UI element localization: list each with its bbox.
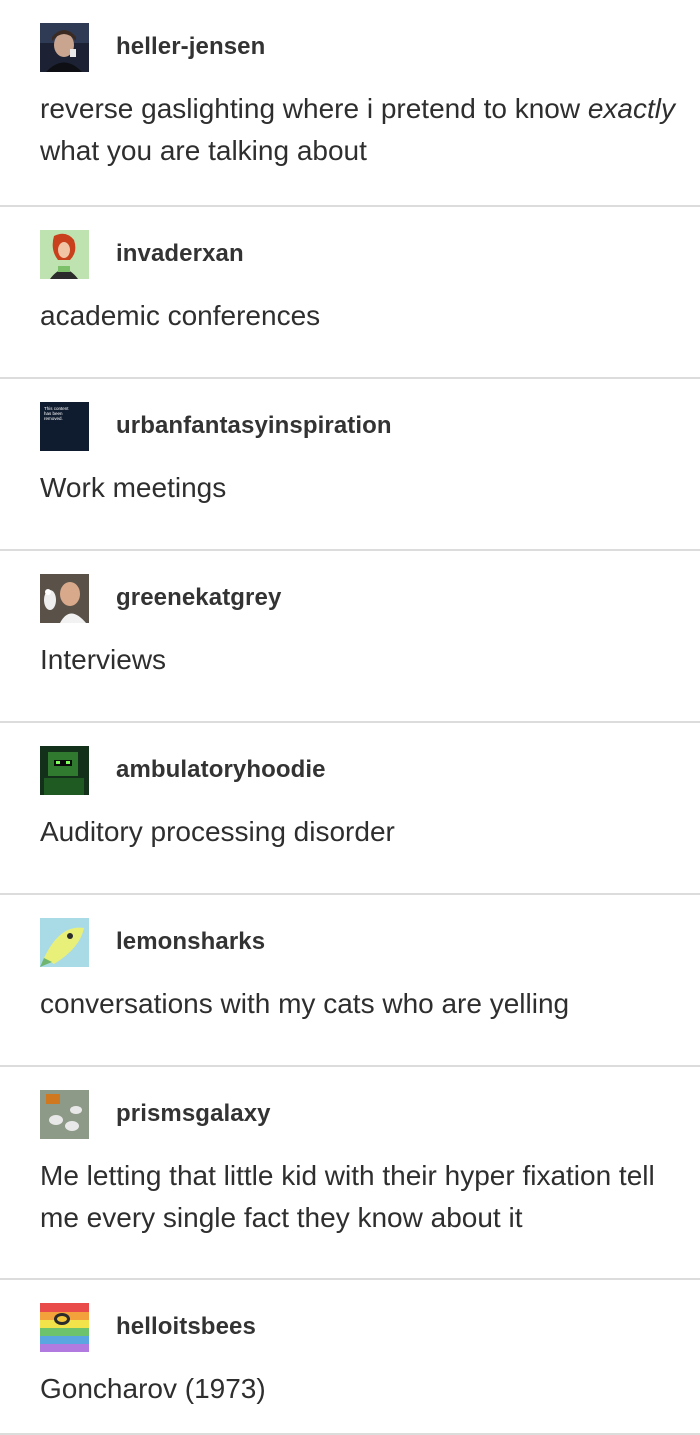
avatar-lemonsharks[interactable] xyxy=(40,917,89,967)
username[interactable]: greenekatgrey xyxy=(116,584,281,612)
post-header: lemonsharks xyxy=(40,917,265,967)
username[interactable]: ambulatoryhoodie xyxy=(116,756,326,784)
username[interactable]: prismsgalaxy xyxy=(116,1100,271,1128)
post-text: conversations with my cats who are yelli… xyxy=(40,988,570,1019)
post-text: Auditory processing disorder xyxy=(40,816,395,847)
username[interactable]: lemonsharks xyxy=(116,928,265,956)
avatar-greenekatgrey[interactable] xyxy=(40,573,89,623)
post-ambulatoryhoodie: ambulatoryhoodie Auditory processing dis… xyxy=(0,723,700,895)
avatar-urbanfantasyinspiration[interactable]: This content has been removed. xyxy=(40,401,89,451)
post-text: Work meetings xyxy=(40,472,227,503)
avatar-helloitsbees[interactable] xyxy=(40,1302,89,1352)
post-text: academic conferences xyxy=(40,300,321,331)
avatar-invaderxan[interactable] xyxy=(40,229,89,279)
username[interactable]: urbanfantasyinspiration xyxy=(116,412,392,440)
username[interactable]: heller-jensen xyxy=(116,33,265,61)
post-header: helloitsbees xyxy=(40,1302,256,1352)
username[interactable]: invaderxan xyxy=(116,240,244,268)
avatar-prismsgalaxy[interactable] xyxy=(40,1089,89,1139)
post-urbanfantasyinspiration: This content has been removed. urbanfant… xyxy=(0,379,700,551)
post-text: Goncharov (1973) xyxy=(40,1373,266,1404)
post-header: This content has been removed. urbanfant… xyxy=(40,401,392,451)
post-header: ambulatoryhoodie xyxy=(40,745,326,795)
post-heller-jensen: heller-jensen reverse gaslighting where … xyxy=(0,0,700,207)
avatar-ambulatoryhoodie[interactable] xyxy=(40,745,89,795)
post-invaderxan: invaderxan academic conferences xyxy=(0,207,700,379)
post-text: Interviews xyxy=(40,644,167,675)
post-header: invaderxan xyxy=(40,229,244,279)
post-text: Me letting that little kid with their hy… xyxy=(40,1160,655,1233)
post-header: prismsgalaxy xyxy=(40,1089,271,1139)
post-greenekatgrey: greenekatgrey Interviews xyxy=(0,551,700,723)
username[interactable]: helloitsbees xyxy=(116,1313,256,1341)
post-text: reverse gaslighting where i pretend to k… xyxy=(40,93,676,166)
post-helloitsbees: helloitsbees Goncharov (1973) xyxy=(0,1280,700,1435)
post-prismsgalaxy: prismsgalaxy Me letting that little kid … xyxy=(0,1067,700,1280)
svg-text:removed.: removed. xyxy=(44,416,63,421)
avatar-heller-jensen[interactable] xyxy=(40,22,89,72)
post-lemonsharks: lemonsharks conversations with my cats w… xyxy=(0,895,700,1067)
post-header: heller-jensen xyxy=(40,22,265,72)
post-header: greenekatgrey xyxy=(40,573,281,623)
